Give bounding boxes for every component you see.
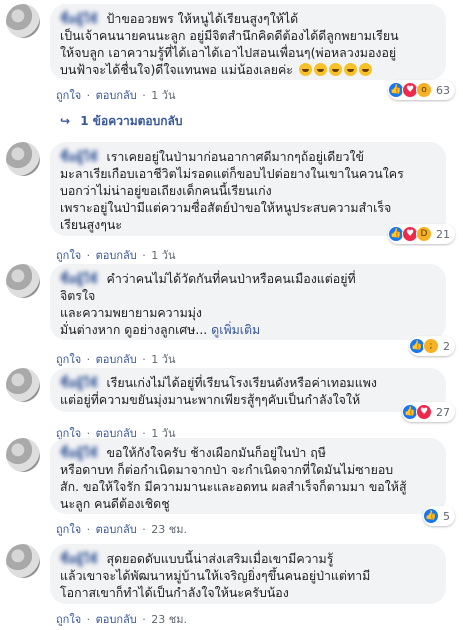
comment-text-line: ขอให้กังใจครับ ช้างเผือกมันก็อยู่ในป่า ฤ… (106, 445, 326, 460)
avatar[interactable] (6, 368, 40, 402)
commenter-name[interactable]: ชื่อผู้ใช้ (60, 551, 98, 566)
comment-text-line: เรียนเก่งไม่ได้อยู่ที่เรียนโรงเรียนดังหร… (106, 375, 377, 390)
like-link[interactable]: ถูกใจ (56, 523, 81, 536)
avatar[interactable] (6, 544, 40, 578)
reply-link[interactable]: ตอบกลับ (96, 89, 137, 102)
reaction-summary[interactable]: 👍 ♥ 27 (402, 402, 455, 422)
commenter-name[interactable]: ชื่อผู้ใช้ (60, 445, 98, 460)
grin-emoji-icon (313, 63, 327, 76)
timestamp[interactable]: 23 ชม. (151, 613, 187, 626)
commenter-name[interactable]: ชื่อผู้ใช้ (60, 11, 98, 26)
timestamp[interactable]: 1 วัน (151, 353, 175, 366)
reaction-count: 2 (443, 339, 450, 353)
comment-text-line: สัก. ขอให้ใจรัก มีความมานะและอดทน ผลสำเร… (60, 479, 407, 494)
reply-link[interactable]: ตอบกลับ (96, 249, 137, 262)
reaction-summary[interactable]: 👍 ; 2 (409, 336, 455, 356)
separator: · (86, 523, 91, 536)
comment-text-line: บอกว่าไม่น่าอยู่ขอเถียงเด็กคนนี้เรียนเก่… (60, 183, 272, 198)
like-reaction-icon: 👍 (423, 508, 439, 524)
like-link[interactable]: ถูกใจ (56, 613, 81, 626)
comment-text-line: จิตรใจ (60, 288, 96, 303)
reply-count-label: 1 ข้อความตอบกลับ (80, 114, 183, 128)
comment-text-line: เพราะอยู่ในป่ามีแต่ความซื่อสัตย์ป่าขอให้… (60, 200, 392, 215)
comment-text-line: แล้วเขาจะได้พัฒนาหมู่บ้านให้เจริญยิ่งๆขึ… (60, 568, 371, 583)
haha-reaction-icon: D (416, 226, 432, 242)
comment-text-line: บนฟ้าจะได้ชื่นใจ)ดีใจแทนพอ แม่น้องเลยค่ะ (60, 62, 293, 77)
comment-text-line: นะลูก คนดีต้องเชิดชู (60, 496, 170, 511)
comment-text-line: โอกาสเขาก็ทำได้เป็นกำลังใจให้นะครับน้อง (60, 585, 289, 600)
comment-text-line: มั่นต่างหาก ดูอย่างลูกเศษ... (60, 322, 208, 337)
separator: · (86, 613, 91, 626)
love-reaction-icon: ♥ (416, 404, 432, 420)
comment-text-line: เรียนสูงๆนะ (60, 217, 123, 232)
commenter-name[interactable]: ชื่อผู้ใช้ (60, 149, 98, 164)
like-link[interactable]: ถูกใจ (56, 353, 81, 366)
separator: · (142, 613, 146, 626)
reply-link[interactable]: ตอบกลับ (96, 353, 137, 366)
comment-text-line: เราเคยอยู่ในป่ามาก่อนอากาศดีมากๆถ้อยู่เด… (106, 149, 365, 164)
separator: · (86, 249, 91, 262)
comment-text-line: ป้าขออวยพร ให้หนูได้เรียนสูงๆให้ได้ (106, 11, 299, 26)
reaction-count: 27 (436, 405, 450, 419)
separator: · (142, 523, 146, 536)
grin-emoji-icon (358, 63, 372, 76)
comment-text-line: และความพยายามความมุ่ง (60, 305, 202, 320)
comment-bubble: ชื่อผู้ใช้ คำว่าคนไม่ได้วัดกันที่คนป่าหร… (50, 264, 446, 340)
reaction-summary[interactable]: 👍 ♥ D 21 (388, 224, 455, 244)
comment-bubble: ชื่อผู้ใช้ สุดยอดดับแบบนี้น่าส่งเสริมเมื… (50, 544, 446, 604)
grin-emoji-icon (298, 63, 312, 76)
comment-text-line: ให้จบลูก เอาความรู้ที่ได้เอาได้เอาไปสอนเ… (60, 45, 397, 60)
wow-reaction-icon: o (416, 82, 432, 98)
comment-bubble: ชื่อผู้ใช้ เรียนเก่งไม่ได้อยู่ที่เรียนโร… (50, 368, 446, 412)
commenter-name[interactable]: ชื่อผู้ใช้ (60, 375, 98, 390)
comment-text-line: เป็นเจ้าคนนายคนนะลูก อยู่มีจิตสำนึกคิดดี… (60, 28, 399, 43)
reply-link[interactable]: ตอบกลับ (96, 613, 137, 626)
comment-text-line: แต่อยู่ที่ความขยันมุ่งมานะพากเพียรสู้ๆๆค… (60, 392, 361, 407)
avatar[interactable] (6, 4, 40, 38)
commenter-name[interactable]: ชื่อผู้ใช้ (60, 271, 98, 286)
comment-actions: ถูกใจ · ตอบกลับ · 1 วัน (56, 246, 177, 264)
reply-link[interactable]: ตอบกลับ (96, 523, 137, 536)
separator: · (86, 89, 91, 102)
timestamp[interactable]: 1 วัน (151, 89, 175, 102)
reaction-count: 63 (436, 83, 450, 97)
reaction-summary[interactable]: 👍 5 (423, 506, 455, 526)
comment-actions: ถูกใจ · ตอบกลับ · 1 วัน (56, 86, 177, 104)
comment-text-line: สุดยอดดับแบบนี้น่าส่งเสริมเมื่อเขามีความ… (106, 551, 334, 566)
comment-bubble: ชื่อผู้ใช้ ขอให้กังใจครับ ช้างเผือกมันก็… (50, 438, 446, 514)
avatar[interactable] (6, 142, 40, 176)
comment-actions: ถูกใจ · ตอบกลับ · 1 วัน (56, 350, 177, 368)
reply-arrow-icon: ↪ (60, 114, 71, 128)
sad-reaction-icon: ; (423, 338, 439, 354)
timestamp[interactable]: 1 วัน (151, 249, 175, 262)
comment-bubble: ชื่อผู้ใช้ ป้าขออวยพร ให้หนูได้เรียนสูงๆ… (50, 4, 446, 80)
view-replies-link[interactable]: ↪ 1 ข้อความตอบกลับ (60, 112, 182, 131)
avatar[interactable] (6, 264, 40, 298)
grin-emoji-icon (343, 63, 357, 76)
separator: · (142, 89, 146, 102)
like-link[interactable]: ถูกใจ (56, 249, 81, 262)
timestamp[interactable]: 23 ชม. (151, 523, 187, 536)
comment-actions: ถูกใจ · ตอบกลับ · 23 ชม. (56, 610, 189, 628)
grin-emoji-icon (328, 63, 342, 76)
reaction-count: 21 (436, 227, 450, 241)
separator: · (142, 249, 146, 262)
comment-text-line: หรือดาบท ก็ต่อกำเนิดมาจากป่า จะกำเนิดจาก… (60, 462, 394, 477)
reaction-count: 5 (443, 509, 450, 523)
comment-actions: ถูกใจ · ตอบกลับ · 23 ชม. (56, 520, 189, 538)
separator: · (86, 353, 91, 366)
avatar[interactable] (6, 438, 40, 472)
comment-text-line: มะลาเรียเกือบเอาชีวิตไม่รอดแต่ก็ขอบไปต่อ… (60, 166, 404, 181)
comment-text-line: คำว่าคนไม่ได้วัดกันที่คนป่าหรือคนเมืองแต… (106, 271, 356, 286)
see-more-link[interactable]: ดูเพิ่มเติม (211, 322, 260, 337)
comment-bubble: ชื่อผู้ใช้ เราเคยอยู่ในป่ามาก่อนอากาศดีม… (50, 142, 446, 236)
like-link[interactable]: ถูกใจ (56, 89, 81, 102)
reaction-summary[interactable]: 👍 ♥ o 63 (388, 80, 455, 100)
separator: · (142, 353, 146, 366)
